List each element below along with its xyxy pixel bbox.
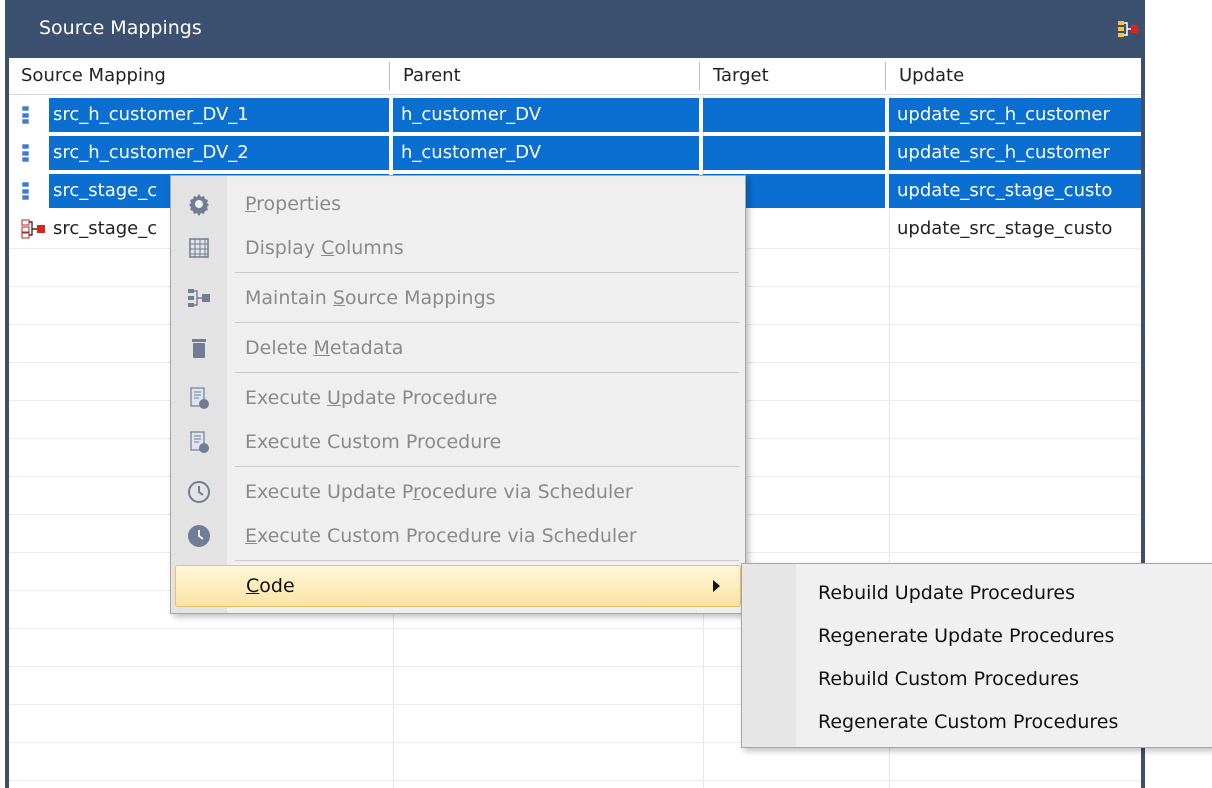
submenu-item-rebuild-custom-procedures[interactable]: Rebuild Custom Procedures <box>818 658 1079 700</box>
source-mapping-icon <box>187 286 211 310</box>
gear-icon <box>187 192 211 216</box>
cell-update: update_src_h_customer <box>889 136 1141 170</box>
menu-item-display-columns[interactable]: Display Columns <box>171 226 745 270</box>
cell-source-mapping: src_h_customer_DV_1 <box>49 98 389 132</box>
code-submenu: Rebuild Update Procedures Regenerate Upd… <box>741 563 1212 748</box>
menu-item-code[interactable]: Code <box>175 565 741 607</box>
table-row[interactable]: src_h_customer_DV_1 h_customer_DV update… <box>9 96 1141 134</box>
cell-parent: h_customer_DV <box>393 98 699 132</box>
column-header-update[interactable]: Update <box>887 58 1141 94</box>
source-mapping-icon <box>21 105 47 130</box>
table-header: Source Mapping Parent Target Update <box>9 58 1141 95</box>
column-header-parent[interactable]: Parent <box>391 58 699 94</box>
source-mapping-icon <box>21 143 47 168</box>
submenu-arrow-icon <box>713 580 720 592</box>
menu-item-maintain-source-mappings[interactable]: Maintain Source Mappings <box>171 276 745 320</box>
cell-update: update_src_stage_custo <box>897 218 1113 239</box>
clock-filled-icon <box>187 524 211 548</box>
grid-icon <box>187 236 211 260</box>
menu-item-delete-metadata[interactable]: Delete Metadata <box>171 326 745 370</box>
procedure-icon <box>187 430 211 454</box>
clock-icon <box>187 480 211 504</box>
menu-item-execute-update-procedure-via-scheduler[interactable]: Execute Update Procedure via Scheduler <box>171 470 745 514</box>
submenu-item-regenerate-update-procedures[interactable]: Regenerate Update Procedures <box>818 615 1114 657</box>
cell-target <box>703 98 885 132</box>
source-mapping-icon[interactable] <box>1117 20 1139 43</box>
row-gridline <box>9 780 1141 781</box>
window-title: Source Mappings <box>39 17 202 39</box>
cell-update: update_src_stage_custo <box>889 174 1141 208</box>
column-header-target[interactable]: Target <box>701 58 885 94</box>
menu-item-execute-custom-procedure[interactable]: Execute Custom Procedure <box>171 420 745 464</box>
cell-target <box>703 136 885 170</box>
menu-item-execute-update-procedure[interactable]: Execute Update Procedure <box>171 376 745 420</box>
trash-icon <box>187 336 211 360</box>
table-row[interactable]: src_h_customer_DV_2 h_customer_DV update… <box>9 134 1141 172</box>
menu-item-properties[interactable]: Properties <box>171 182 745 226</box>
cell-source-mapping: src_h_customer_DV_2 <box>49 136 389 170</box>
source-mapping-icon <box>21 181 47 206</box>
procedure-icon <box>187 386 211 410</box>
column-header-source-mapping[interactable]: Source Mapping <box>9 58 389 94</box>
context-menu: Properties Display Columns Maintain Sour… <box>170 175 746 614</box>
source-mapping-icon <box>21 219 47 244</box>
cell-update: update_src_h_customer <box>889 98 1141 132</box>
submenu-item-rebuild-update-procedures[interactable]: Rebuild Update Procedures <box>818 572 1075 614</box>
titlebar: Source Mappings <box>9 0 1141 58</box>
cell-parent: h_customer_DV <box>393 136 699 170</box>
menu-item-execute-custom-procedure-via-scheduler[interactable]: Execute Custom Procedure via Scheduler <box>171 514 745 558</box>
submenu-item-regenerate-custom-procedures[interactable]: Regenerate Custom Procedures <box>818 701 1118 743</box>
